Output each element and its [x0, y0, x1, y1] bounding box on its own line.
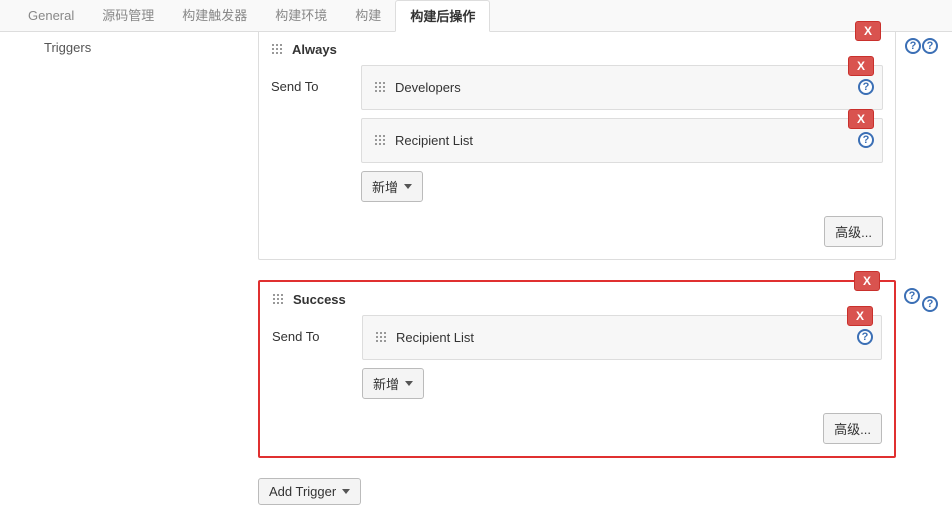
add-recipient-button[interactable]: 新增: [362, 368, 424, 399]
delete-trigger-always-button[interactable]: X: [855, 21, 881, 41]
send-to-label: Send To: [272, 315, 362, 344]
caret-down-icon: [404, 184, 412, 189]
drag-handle-icon[interactable]: [271, 43, 284, 56]
recipient-box-recipient-list: X ? Recipient List: [361, 118, 883, 163]
drag-handle-icon[interactable]: [374, 81, 387, 94]
add-label: 新增: [373, 374, 399, 393]
drag-handle-icon[interactable]: [374, 134, 387, 147]
main-content: X ? Always Send To X ?: [250, 32, 904, 513]
help-icon[interactable]: ?: [922, 38, 938, 54]
recipient-label: Developers: [395, 80, 461, 95]
drag-handle-icon[interactable]: [272, 293, 285, 306]
recipient-label: Recipient List: [396, 330, 474, 345]
advanced-button[interactable]: 高级...: [824, 216, 883, 247]
caret-down-icon: [342, 489, 350, 494]
delete-trigger-success-button[interactable]: X: [854, 271, 880, 291]
recipient-box-recipient-list: X ? Recipient List: [362, 315, 882, 360]
help-icon[interactable]: ?: [858, 132, 874, 148]
sidebar: Triggers: [0, 32, 250, 513]
tab-general[interactable]: General: [14, 0, 88, 32]
add-trigger-button[interactable]: Add Trigger: [258, 478, 361, 505]
drag-handle-icon[interactable]: [375, 331, 388, 344]
tab-build[interactable]: 构建: [341, 0, 395, 32]
trigger-name-label: Always: [292, 42, 337, 57]
tab-build-triggers[interactable]: 构建触发器: [168, 0, 261, 32]
help-icon[interactable]: ?: [858, 79, 874, 95]
tab-post-build[interactable]: 构建后操作: [395, 0, 490, 32]
sidebar-item-triggers[interactable]: Triggers: [0, 36, 250, 59]
delete-recipient-button[interactable]: X: [848, 56, 874, 76]
help-icon[interactable]: ?: [922, 296, 938, 312]
trigger-title: Success: [272, 292, 882, 307]
help-icon[interactable]: ?: [857, 329, 873, 345]
trigger-section-success: X ? Success Send To X ?: [258, 280, 896, 458]
recipient-label: Recipient List: [395, 133, 473, 148]
add-trigger-label: Add Trigger: [269, 484, 336, 499]
caret-down-icon: [405, 381, 413, 386]
send-to-label: Send To: [271, 65, 361, 94]
delete-recipient-button[interactable]: X: [847, 306, 873, 326]
add-label: 新增: [372, 177, 398, 196]
recipient-box-developers: X ? Developers: [361, 65, 883, 110]
advanced-button[interactable]: 高级...: [823, 413, 882, 444]
tab-build-env[interactable]: 构建环境: [261, 0, 341, 32]
add-recipient-button[interactable]: 新增: [361, 171, 423, 202]
tab-scm[interactable]: 源码管理: [88, 0, 168, 32]
tabs-bar: General 源码管理 构建触发器 构建环境 构建 构建后操作: [0, 0, 952, 32]
trigger-section-always: X ? Always Send To X ?: [258, 32, 896, 260]
trigger-title: Always: [271, 42, 883, 57]
right-gutter: ? ?: [904, 32, 952, 513]
delete-recipient-button[interactable]: X: [848, 109, 874, 129]
trigger-name-label: Success: [293, 292, 346, 307]
